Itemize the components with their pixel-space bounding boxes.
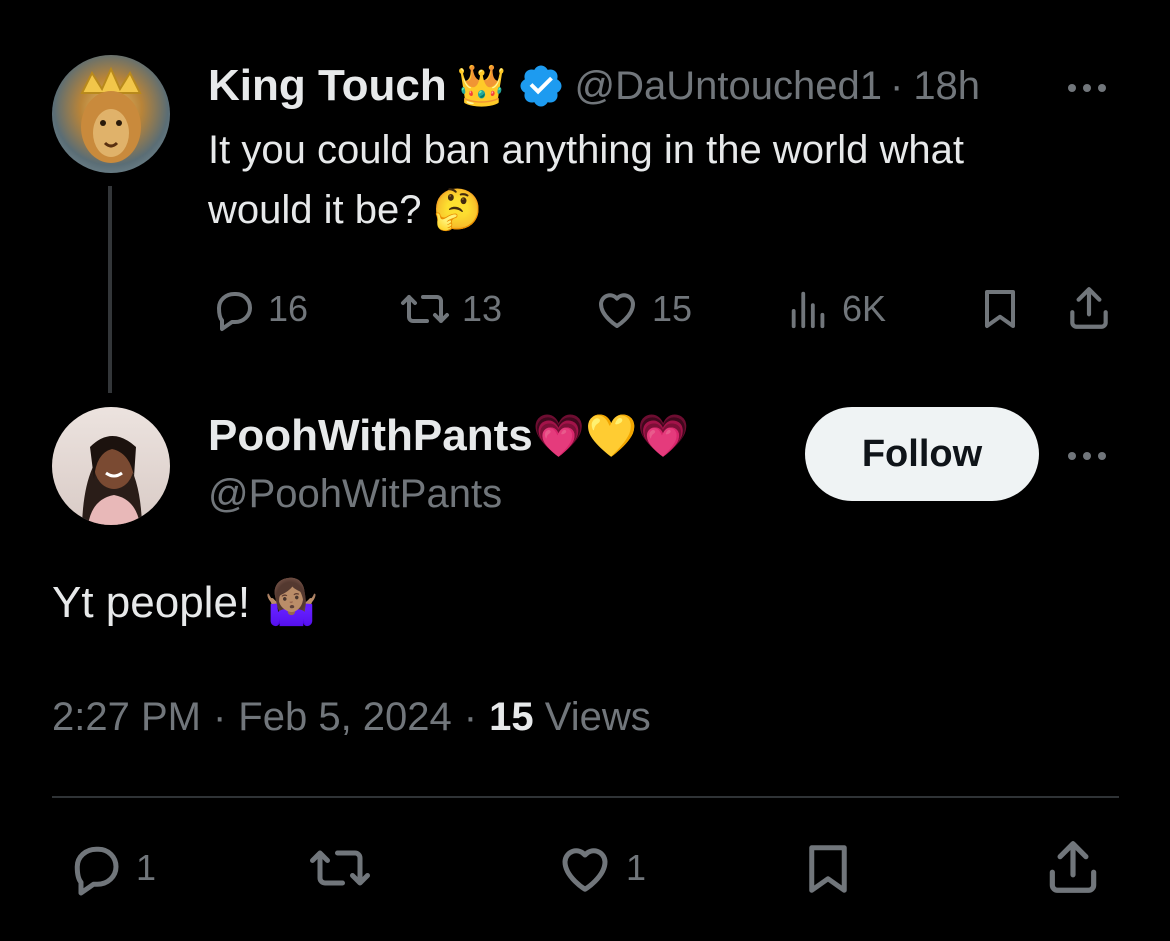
reply-views-count: 15 — [489, 695, 534, 739]
crown-emoji: 👑 — [456, 64, 507, 108]
pink-heart-emoji: 💗 — [532, 412, 585, 459]
reply-time[interactable]: 2:27 PM — [52, 695, 201, 740]
reply-tweet-text-row: Yt people! 🤷🏽‍♀️ — [52, 578, 319, 628]
retweet-icon — [401, 295, 449, 323]
profile-photo-image — [82, 436, 142, 525]
heart-icon — [599, 293, 635, 328]
reply-meta-row: 2:27 PM · Feb 5, 2024 · 15 Views — [52, 695, 651, 740]
reply-reply-count: 1 — [136, 847, 157, 888]
share-icon — [1049, 841, 1097, 893]
parent-like-button[interactable]: 15 — [592, 285, 692, 333]
reply-author-name[interactable]: PoohWithPants — [208, 411, 533, 461]
follow-button[interactable]: Follow — [805, 407, 1039, 501]
parent-tweet-text-line1: It you could ban anything in the world w… — [208, 128, 965, 172]
parent-tweet-time[interactable]: 18h — [913, 64, 980, 109]
shrug-emoji: 🤷🏽‍♀️ — [264, 578, 319, 627]
bookmark-icon — [809, 845, 847, 893]
time-separator: · — [889, 63, 904, 108]
reply-icon — [74, 846, 119, 896]
parent-tweet-text-line2: would it be? — [208, 188, 422, 232]
reply-retweet-button[interactable] — [306, 838, 374, 903]
parent-reply-button[interactable]: 16 — [210, 285, 308, 333]
lion-king-image — [80, 66, 142, 163]
meta-separator-1: · — [212, 695, 227, 739]
reply-views[interactable]: 15 Views — [489, 695, 651, 740]
reply-views-label: Views — [544, 695, 651, 739]
reply-icon — [217, 292, 252, 331]
reply-tweet-text: Yt people! — [52, 578, 251, 627]
parent-retweet-button[interactable]: 13 — [398, 285, 502, 333]
thinking-emoji: 🤔 — [432, 188, 483, 232]
retweet-icon — [310, 850, 370, 886]
heart-icon — [562, 848, 608, 892]
reply-count: 16 — [268, 288, 309, 329]
share-icon — [1070, 287, 1108, 329]
reply-author-handle[interactable]: @PoohWitPants — [208, 472, 502, 517]
pink-heart-emoji-2: 💗 — [637, 412, 690, 459]
parent-share-button[interactable] — [1064, 283, 1114, 338]
parent-tweet-text: It you could ban anything in the world w… — [208, 120, 1128, 240]
retweet-count: 13 — [462, 288, 503, 329]
verified-badge-icon[interactable] — [517, 62, 565, 110]
divider — [52, 796, 1119, 798]
reply-like-button[interactable]: 1 — [554, 838, 646, 898]
like-count: 15 — [652, 288, 693, 329]
analytics-icon — [791, 291, 825, 329]
parent-author-row: King Touch 👑 @DaUntouched1 · 18h — [208, 58, 980, 114]
parent-author-avatar[interactable] — [52, 55, 170, 173]
bookmark-icon — [985, 290, 1015, 328]
reply-bookmark-button[interactable] — [798, 838, 858, 905]
parent-tweet-text-line2-row: would it be? 🤔 — [208, 180, 1128, 240]
yellow-heart-emoji: 💛 — [585, 412, 638, 459]
parent-author-name[interactable]: King Touch — [208, 61, 447, 111]
parent-author-handle[interactable]: @DaUntouched1 — [575, 64, 882, 109]
reply-reply-button[interactable]: 1 — [66, 838, 156, 898]
reply-more-options-icon[interactable] — [1068, 450, 1106, 462]
parent-bookmark-button[interactable] — [976, 285, 1024, 338]
views-count: 6K — [842, 288, 887, 329]
reply-share-button[interactable] — [1042, 836, 1104, 903]
parent-more-options-icon[interactable] — [1068, 82, 1106, 94]
meta-separator-2: · — [463, 695, 478, 739]
thread-connector-line — [108, 186, 112, 393]
parent-views-button[interactable]: 6K — [786, 285, 886, 333]
reply-author-name-row: PoohWithPants 💗 💛 💗 — [208, 408, 690, 464]
reply-author-avatar[interactable] — [52, 407, 170, 525]
reply-date[interactable]: Feb 5, 2024 — [238, 695, 452, 740]
reply-like-count: 1 — [626, 847, 647, 888]
